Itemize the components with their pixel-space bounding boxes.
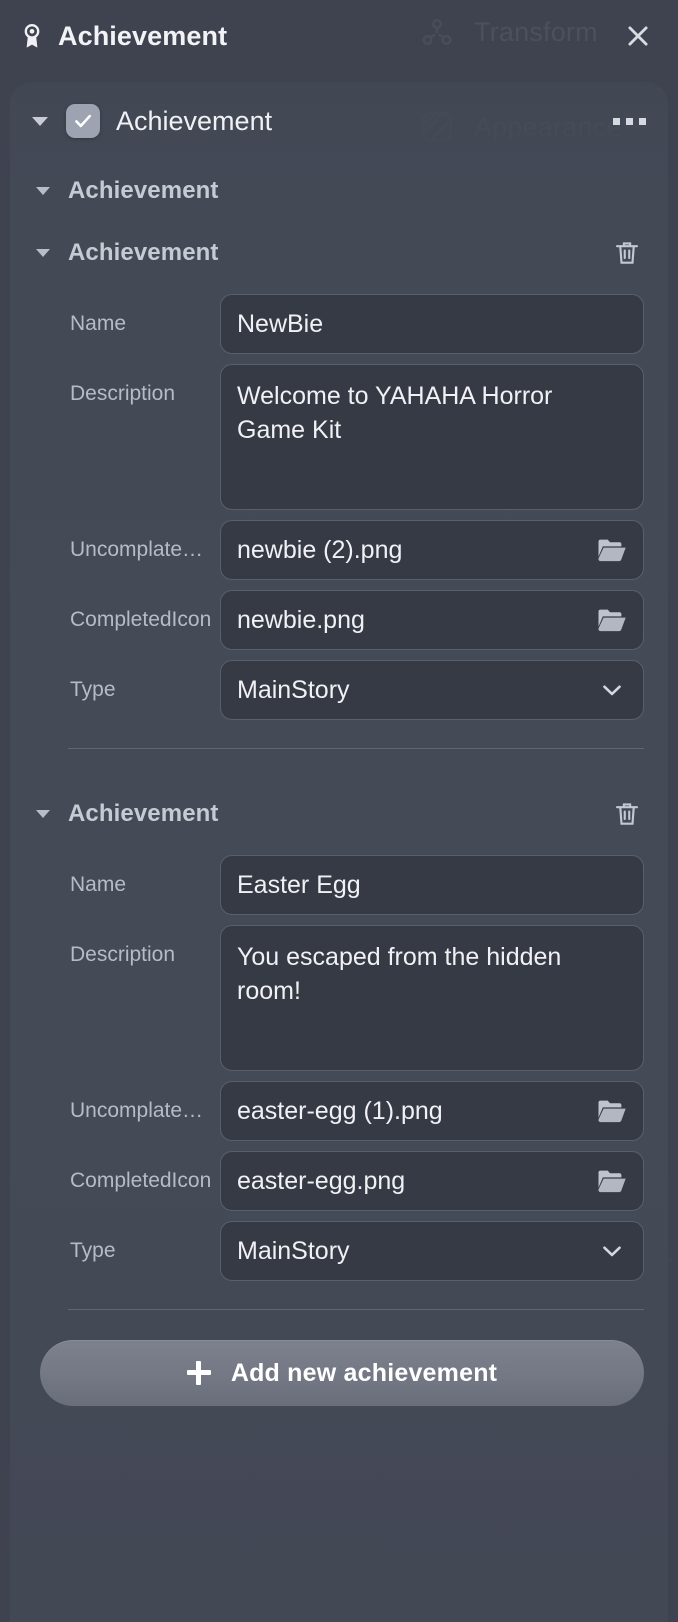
achievement-item-header[interactable]: Achievement — [10, 783, 668, 845]
name-input[interactable]: Easter Egg — [220, 855, 644, 915]
uncompleted-icon-input[interactable]: easter-egg (1).png — [220, 1081, 644, 1141]
add-new-achievement-button[interactable]: Add new achievement — [40, 1340, 644, 1406]
field-row-uncompleted-icon: Uncomplate… easter-egg (1).png — [10, 1081, 668, 1141]
chevron-down-icon[interactable] — [32, 116, 48, 126]
achievement-card: Achievement Achievement Achievement Name… — [10, 82, 668, 1622]
achievement-panel: Transform Appearance More — [0, 0, 678, 1622]
page-title: Achievement — [58, 20, 228, 51]
trash-icon — [615, 242, 639, 264]
field-row-name: Name Easter Egg — [10, 855, 668, 915]
type-select[interactable]: MainStory — [220, 1221, 644, 1281]
description-input-value: You escaped from the hidden room! — [237, 943, 562, 1005]
ellipsis-dot — [613, 117, 620, 125]
achievement-item-header[interactable]: Achievement — [10, 222, 668, 284]
medal-icon — [24, 23, 40, 48]
name-input-value: NewBie — [237, 310, 324, 338]
folder-icon — [598, 1100, 626, 1123]
type-select-toggle[interactable] — [595, 1234, 629, 1268]
component-enabled-checkbox[interactable] — [66, 104, 100, 138]
field-row-completed-icon: CompletedIcon newbie.png — [10, 590, 668, 650]
achievement-list-group-header[interactable]: Achievement — [10, 160, 668, 222]
field-row-description: Description Welcome to YAHAHA Horror Gam… — [10, 364, 668, 510]
completed-icon-value: easter-egg.png — [237, 1167, 406, 1195]
folder-icon — [598, 609, 626, 632]
panel-titlebar: Achievement — [0, 0, 678, 72]
ellipsis-dot — [639, 117, 646, 125]
add-button-wrap: Add new achievement — [10, 1310, 668, 1406]
name-label: Name — [70, 312, 127, 335]
field-row-name: Name NewBie — [10, 294, 668, 354]
completed-icon-value: newbie.png — [237, 606, 365, 634]
add-new-achievement-label: Add new achievement — [230, 1358, 498, 1387]
achievement-divider — [68, 1309, 644, 1310]
chevron-down-icon[interactable] — [36, 249, 50, 257]
description-label: Description — [70, 943, 176, 966]
achievement-item-label: Achievement — [68, 239, 219, 266]
ellipsis-dot — [626, 117, 633, 125]
type-select[interactable]: MainStory — [220, 660, 644, 720]
delete-achievement-button[interactable] — [610, 236, 644, 270]
field-row-description: Description You escaped from the hidden … — [10, 925, 668, 1071]
completed-icon-input[interactable]: easter-egg.png — [220, 1151, 644, 1211]
browse-completed-icon-button[interactable] — [595, 603, 629, 637]
browse-completed-icon-button[interactable] — [595, 1164, 629, 1198]
delete-achievement-button[interactable] — [610, 797, 644, 831]
field-row-type: Type MainStory — [10, 1221, 668, 1281]
completed-icon-label: CompletedIcon — [70, 1169, 212, 1192]
field-row-type: Type MainStory — [10, 660, 668, 720]
field-row-uncompleted-icon: Uncomplate… newbie (2).png — [10, 520, 668, 580]
component-root-label: Achievement — [116, 105, 273, 136]
uncompleted-icon-value: newbie (2).png — [237, 536, 403, 564]
uncompleted-icon-input[interactable]: newbie (2).png — [220, 520, 644, 580]
description-input[interactable]: You escaped from the hidden room! — [220, 925, 644, 1071]
component-overflow-menu-button[interactable] — [609, 108, 650, 135]
uncompleted-icon-label: Uncomplate… — [70, 1099, 204, 1122]
chevron-down-icon — [603, 685, 621, 696]
browse-uncompleted-icon-button[interactable] — [595, 533, 629, 567]
chevron-down-icon — [603, 1246, 621, 1257]
component-root-row[interactable]: Achievement — [10, 82, 668, 160]
trash-icon — [615, 803, 639, 825]
achievement-list-group-label: Achievement — [68, 177, 219, 204]
achievement-divider — [68, 748, 644, 749]
folder-icon — [598, 539, 626, 562]
type-label: Type — [70, 678, 116, 701]
completed-icon-label: CompletedIcon — [70, 608, 212, 631]
browse-uncompleted-icon-button[interactable] — [595, 1094, 629, 1128]
type-select-toggle[interactable] — [595, 673, 629, 707]
name-input[interactable]: NewBie — [220, 294, 644, 354]
description-input-value: Welcome to YAHAHA Horror Game Kit — [237, 382, 553, 444]
uncompleted-icon-value: easter-egg (1).png — [237, 1097, 443, 1125]
chevron-down-icon[interactable] — [36, 187, 50, 195]
type-select-value: MainStory — [237, 1237, 350, 1265]
plus-icon — [186, 1361, 211, 1385]
completed-icon-input[interactable]: newbie.png — [220, 590, 644, 650]
close-icon — [628, 26, 648, 46]
name-label: Name — [70, 873, 127, 896]
type-select-value: MainStory — [237, 676, 350, 704]
description-input[interactable]: Welcome to YAHAHA Horror Game Kit — [220, 364, 644, 510]
checkmark-icon — [75, 114, 92, 128]
field-row-completed-icon: CompletedIcon easter-egg.png — [10, 1151, 668, 1211]
chevron-down-icon[interactable] — [36, 810, 50, 818]
uncompleted-icon-label: Uncomplate… — [70, 538, 204, 561]
type-label: Type — [70, 1239, 116, 1262]
close-button[interactable] — [620, 18, 656, 54]
achievement-item-label: Achievement — [68, 800, 219, 827]
folder-icon — [598, 1170, 626, 1193]
description-label: Description — [70, 382, 176, 405]
name-input-value: Easter Egg — [237, 871, 361, 899]
